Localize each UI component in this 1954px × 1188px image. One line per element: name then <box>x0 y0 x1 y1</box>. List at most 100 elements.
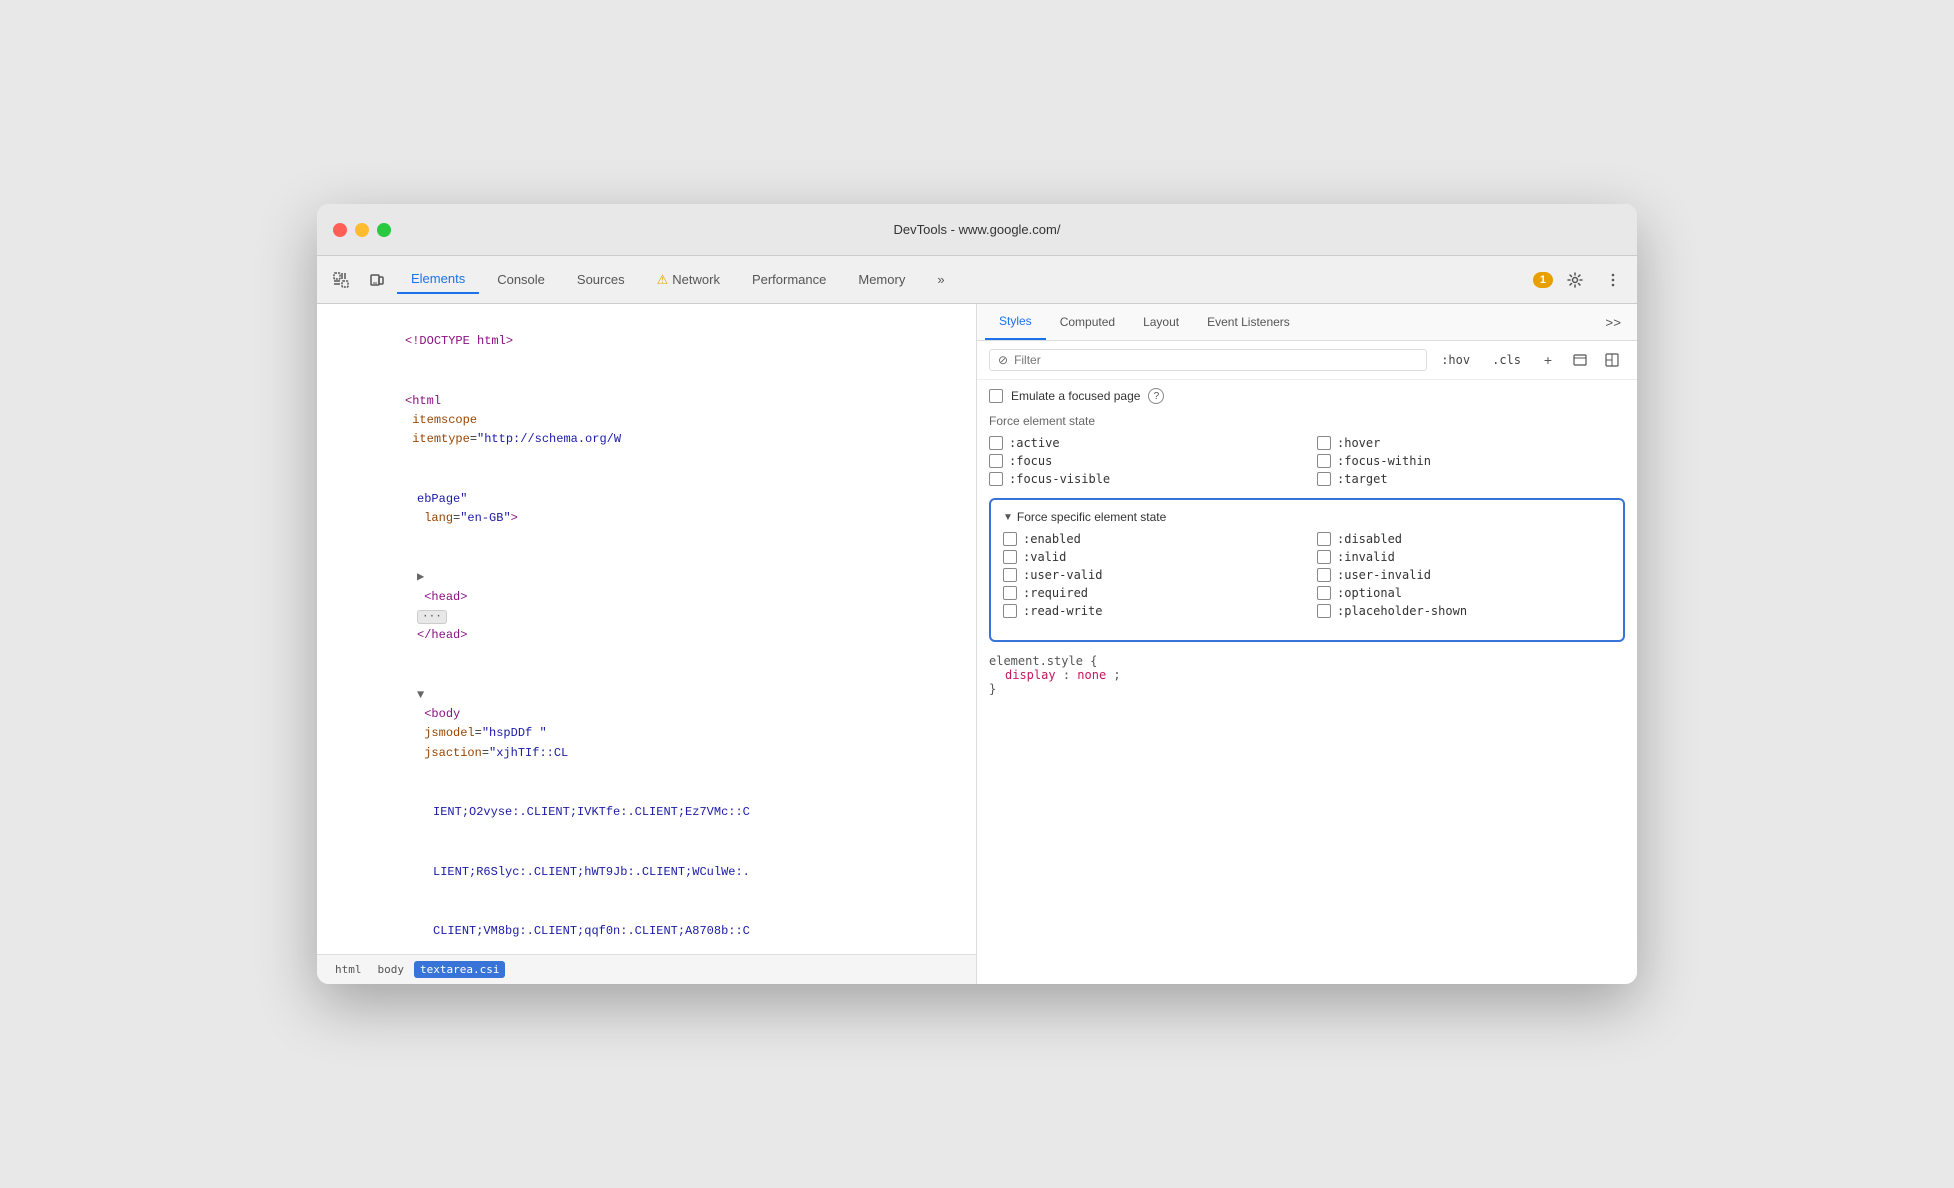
state-optional: :optional <box>1317 586 1611 600</box>
state-valid-checkbox[interactable] <box>1003 550 1017 564</box>
filter-input-container: ⊘ <box>989 349 1427 371</box>
breadcrumb: html body textarea.csi <box>317 954 976 984</box>
tab-performance[interactable]: Performance <box>738 266 840 293</box>
close-button[interactable] <box>333 223 347 237</box>
state-placeholder-shown: :placeholder-shown <box>1317 604 1611 618</box>
main-content: <!DOCTYPE html> <html itemscope itemtype… <box>317 304 1637 984</box>
emulate-focused-row: Emulate a focused page ? <box>989 388 1625 404</box>
state-focus-visible-checkbox[interactable] <box>989 472 1003 486</box>
state-valid: :valid <box>1003 550 1297 564</box>
state-enabled: :enabled <box>1003 532 1297 546</box>
state-focus-within-checkbox[interactable] <box>1317 454 1331 468</box>
dom-line-doctype: <!DOCTYPE html> <box>317 312 976 372</box>
breadcrumb-html[interactable]: html <box>329 961 368 978</box>
emulate-focused-checkbox[interactable] <box>989 389 1003 403</box>
more-style-tabs-button[interactable]: >> <box>1597 307 1629 338</box>
tab-event-listeners[interactable]: Event Listeners <box>1193 305 1304 339</box>
state-invalid-checkbox[interactable] <box>1317 550 1331 564</box>
select-element-icon[interactable] <box>325 264 357 296</box>
state-target: :target <box>1317 472 1625 486</box>
element-style-code: element.style { display : none ; } <box>989 654 1625 696</box>
emulate-focused-label: Emulate a focused page <box>1011 389 1140 403</box>
dom-line-body3: LIENT;R6Slyc:.CLIENT;hWT9Jb:.CLIENT;WCul… <box>317 842 976 902</box>
cls-button[interactable]: .cls <box>1484 350 1529 370</box>
layout-editor-icon[interactable] <box>1599 347 1625 373</box>
code-selector: element.style { <box>989 654 1625 668</box>
styles-toolbar: ⊘ :hov .cls + <box>977 341 1637 380</box>
dom-line-head: ▶ <head> ··· </head> <box>317 548 976 666</box>
tab-computed[interactable]: Computed <box>1046 305 1129 339</box>
dom-line-body2: IENT;O2vyse:.CLIENT;IVKTfe:.CLIENT;Ez7VM… <box>317 783 976 843</box>
force-specific-grid: :enabled :disabled :valid :invalid <box>1003 532 1611 618</box>
state-disabled: :disabled <box>1317 532 1611 546</box>
traffic-lights <box>333 223 391 237</box>
code-close: } <box>989 682 1625 696</box>
state-required-checkbox[interactable] <box>1003 586 1017 600</box>
devtools-toolbar: Elements Console Sources ⚠ Network Perfo… <box>317 256 1637 304</box>
warning-icon: ⚠ <box>657 272 669 288</box>
force-element-state-grid: :active :hover :focus :focus-within <box>989 436 1625 486</box>
state-required: :required <box>1003 586 1297 600</box>
dom-line-html: <html itemscope itemtype="http://schema.… <box>317 372 976 470</box>
dom-content[interactable]: <!DOCTYPE html> <html itemscope itemtype… <box>317 304 976 954</box>
collapse-arrow-icon[interactable]: ▼ <box>1003 512 1013 523</box>
dom-line-html2: ebPage" lang="en-GB"> <box>317 470 976 549</box>
state-read-write: :read-write <box>1003 604 1297 618</box>
state-optional-checkbox[interactable] <box>1317 586 1331 600</box>
state-disabled-checkbox[interactable] <box>1317 532 1331 546</box>
styles-panel: Styles Computed Layout Event Listeners >… <box>977 304 1637 984</box>
help-icon[interactable]: ? <box>1148 388 1164 404</box>
maximize-button[interactable] <box>377 223 391 237</box>
filter-icon: ⊘ <box>998 353 1008 367</box>
dom-panel: <!DOCTYPE html> <html itemscope itemtype… <box>317 304 977 984</box>
settings-icon[interactable] <box>1559 264 1591 296</box>
hov-button[interactable]: :hov <box>1433 350 1478 370</box>
state-target-checkbox[interactable] <box>1317 472 1331 486</box>
force-element-state-label: Force element state <box>989 414 1625 428</box>
state-hover: :hover <box>1317 436 1625 450</box>
state-user-invalid-checkbox[interactable] <box>1317 568 1331 582</box>
state-user-invalid: :user-invalid <box>1317 568 1611 582</box>
state-focus: :focus <box>989 454 1297 468</box>
state-read-write-checkbox[interactable] <box>1003 604 1017 618</box>
styles-content[interactable]: Emulate a focused page ? Force element s… <box>977 380 1637 984</box>
breadcrumb-textarea[interactable]: textarea.csi <box>414 961 505 978</box>
add-style-rule-button[interactable]: + <box>1535 347 1561 373</box>
state-invalid: :invalid <box>1317 550 1611 564</box>
state-user-valid-checkbox[interactable] <box>1003 568 1017 582</box>
devtools-window: DevTools - www.google.com/ Elements Cons… <box>317 204 1637 984</box>
state-placeholder-shown-checkbox[interactable] <box>1317 604 1331 618</box>
force-specific-title: ▼ Force specific element state <box>1003 510 1611 524</box>
tab-styles[interactable]: Styles <box>985 304 1046 340</box>
state-focus-visible: :focus-visible <box>989 472 1297 486</box>
window-title: DevTools - www.google.com/ <box>894 222 1061 237</box>
tab-elements[interactable]: Elements <box>397 265 479 294</box>
tab-console[interactable]: Console <box>483 266 559 293</box>
toolbar-right: 1 <box>1533 264 1629 296</box>
tab-network[interactable]: ⚠ Network <box>643 266 734 294</box>
breadcrumb-body[interactable]: body <box>372 961 411 978</box>
tab-sources[interactable]: Sources <box>563 266 639 293</box>
state-focus-within: :focus-within <box>1317 454 1625 468</box>
titlebar: DevTools - www.google.com/ <box>317 204 1637 256</box>
state-user-valid: :user-valid <box>1003 568 1297 582</box>
element-state-icon[interactable] <box>1567 347 1593 373</box>
minimize-button[interactable] <box>355 223 369 237</box>
force-specific-section: ▼ Force specific element state :enabled … <box>989 498 1625 642</box>
tab-layout[interactable]: Layout <box>1129 305 1193 339</box>
styles-tabs: Styles Computed Layout Event Listeners >… <box>977 304 1637 341</box>
more-tabs-button[interactable]: » <box>923 266 958 293</box>
error-badge: 1 <box>1533 272 1553 288</box>
state-focus-checkbox[interactable] <box>989 454 1003 468</box>
dom-line-body-open: ▼ <body jsmodel="hspDDf " jsaction="xjhT… <box>317 666 976 783</box>
more-options-icon[interactable] <box>1597 264 1629 296</box>
state-active: :active <box>989 436 1297 450</box>
device-toolbar-icon[interactable] <box>361 264 393 296</box>
state-enabled-checkbox[interactable] <box>1003 532 1017 546</box>
state-active-checkbox[interactable] <box>989 436 1003 450</box>
code-property: display : none ; <box>989 668 1625 682</box>
filter-input[interactable] <box>1014 353 1418 367</box>
dom-line-body4: CLIENT;VM8bg:.CLIENT;qqf0n:.CLIENT;A8708… <box>317 902 976 954</box>
state-hover-checkbox[interactable] <box>1317 436 1331 450</box>
tab-memory[interactable]: Memory <box>844 266 919 293</box>
